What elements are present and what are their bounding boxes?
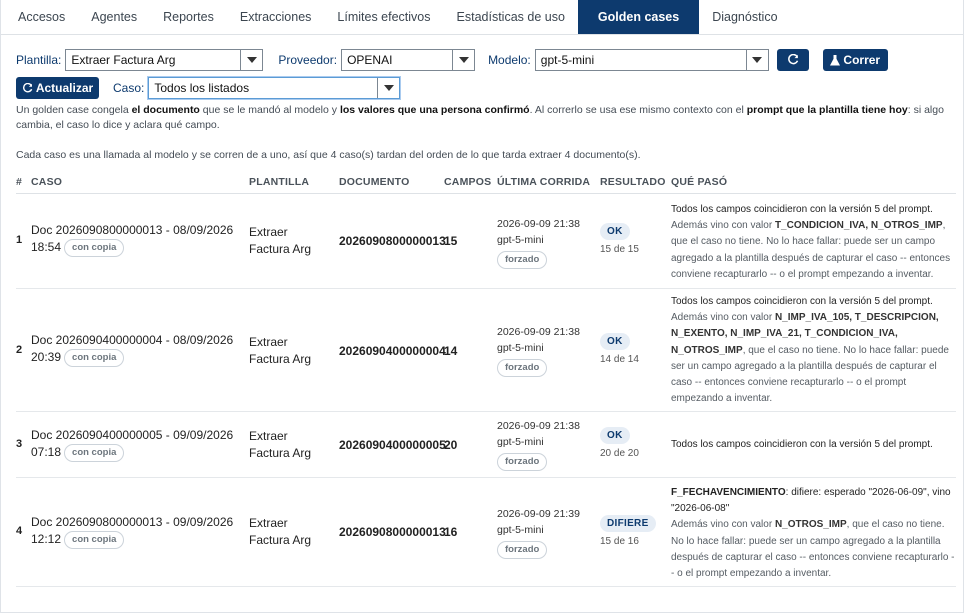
col-num: # — [16, 176, 23, 188]
con-copia-chip: con copia — [64, 349, 125, 367]
chevron-down-icon[interactable] — [745, 50, 768, 70]
modelo-label: Modelo: — [488, 53, 531, 67]
tab-diagnostico[interactable]: Diagnóstico — [699, 0, 790, 34]
proveedor-select[interactable]: OPENAI — [341, 49, 476, 71]
row-campos: 20 — [444, 438, 458, 452]
row-number: 3 — [16, 438, 23, 450]
row-que-paso: Todos los campos coincidieron con la ver… — [671, 296, 949, 405]
row-campos: 15 — [444, 234, 458, 248]
row-que-paso: Todos los campos coincidieron con la ver… — [671, 439, 933, 450]
plantilla-select[interactable]: Extraer Factura Arg — [65, 49, 264, 71]
forzado-chip: forzado — [497, 541, 548, 559]
col-que-paso: QUÉ PASÓ — [671, 176, 728, 188]
row-plantilla: Extraer Factura Arg — [249, 429, 312, 460]
proveedor-label: Proveedor: — [278, 53, 338, 67]
row-plantilla: Extraer Factura Arg — [249, 225, 312, 256]
col-plantilla: PLANTILLA — [249, 176, 310, 188]
table-row[interactable]: 3 Doc 2026090400000005 - 09/09/2026 07:1… — [16, 412, 956, 478]
correr-label: Correr — [843, 53, 881, 67]
refresh-icon — [22, 82, 33, 92]
filters-row: Plantilla: Extraer Factura Arg Proveedor… — [16, 49, 888, 71]
row-resultado: OK 15 de 15 — [600, 223, 639, 255]
row-caso[interactable]: Doc 2026090400000004 - 08/09/2026 20:39 c… — [31, 332, 246, 367]
row-number: 4 — [16, 525, 23, 537]
row-documento: 2026090800000013 — [339, 525, 446, 539]
row-plantilla: Extraer Factura Arg — [249, 335, 312, 366]
row-caso[interactable]: Doc 2026090800000013 - 08/09/2026 18:54 c… — [31, 222, 246, 257]
row-resultado: DIFIERE 15 de 16 — [600, 515, 656, 547]
timing-note: Cada caso es una llamada al modelo y se … — [16, 149, 641, 161]
tab-accesos[interactable]: Accesos — [1, 0, 78, 34]
row-resultado: OK 14 de 14 — [600, 333, 639, 365]
row-plantilla: Extraer Factura Arg — [249, 516, 312, 547]
forzado-chip: forzado — [497, 251, 548, 269]
modelo-select[interactable]: gpt-5-mini — [534, 49, 769, 71]
row-caso[interactable]: Doc 2026090400000005 - 09/09/2026 07:18 c… — [31, 427, 246, 462]
status-badge: OK — [600, 427, 630, 444]
col-resultado: RESULTADO — [600, 176, 666, 188]
proveedor-select-value: OPENAI — [347, 53, 393, 67]
table-header: # CASO PLANTILLA DOCUMENTO CAMPOS ÚLTIMA… — [16, 176, 956, 194]
table-row[interactable]: 1 Doc 2026090800000013 - 08/09/2026 18:5… — [16, 195, 956, 289]
refresh-icon — [787, 54, 798, 65]
caso-select[interactable]: Todos los listados — [148, 77, 401, 99]
tab-limites-efectivos[interactable]: Límites efectivos — [324, 0, 443, 34]
case-row: Actualizar Caso: Todos los listados — [16, 77, 401, 99]
row-ultima-corrida: 2026-09-09 21:39 gpt-5-mini forzado — [497, 506, 580, 559]
plantilla-select-value: Extraer Factura Arg — [71, 53, 176, 67]
row-ultima-corrida: 2026-09-09 21:38 gpt-5-mini forzado — [497, 324, 580, 377]
con-copia-chip: con copia — [64, 444, 125, 462]
status-badge: DIFIERE — [600, 515, 656, 532]
row-number: 1 — [16, 234, 23, 246]
table-row[interactable]: 2 Doc 2026090400000004 - 08/09/2026 20:3… — [16, 289, 956, 412]
status-badge: OK — [600, 333, 630, 350]
correr-button[interactable]: Correr — [822, 49, 888, 71]
chevron-down-icon[interactable] — [377, 78, 399, 98]
modelo-select-value: gpt-5-mini — [540, 53, 595, 67]
row-resultado: OK 20 de 20 — [600, 427, 639, 459]
col-caso: CASO — [31, 176, 63, 188]
chevron-down-icon[interactable] — [452, 50, 474, 70]
col-ultima-corrida: ÚLTIMA CORRIDA — [497, 176, 591, 188]
row-que-paso: F_FECHAVENCIMIENTO: difiere: esperado "2… — [671, 487, 955, 580]
tab-bar: Accesos Agentes Reportes Extracciones Lí… — [1, 0, 963, 35]
golden-case-description: Un golden case congela el documento que … — [16, 104, 944, 131]
flask-icon — [830, 54, 841, 65]
forzado-chip: forzado — [497, 453, 548, 471]
con-copia-chip: con copia — [64, 531, 125, 549]
row-campos: 16 — [444, 525, 458, 539]
tab-golden-cases[interactable]: Golden cases — [577, 0, 700, 34]
golden-cases-page: Accesos Agentes Reportes Extracciones Lí… — [0, 0, 964, 613]
tab-extracciones[interactable]: Extracciones — [227, 0, 325, 34]
row-ultima-corrida: 2026-09-09 21:38 gpt-5-mini forzado — [497, 418, 580, 471]
row-number: 2 — [16, 344, 23, 356]
table-row[interactable]: 4 Doc 2026090800000013 - 09/09/2026 12:1… — [16, 478, 956, 587]
forzado-chip: forzado — [497, 359, 548, 377]
row-documento: 2026090800000013 — [339, 234, 446, 248]
actualizar-button[interactable]: Actualizar — [16, 77, 99, 99]
status-badge: OK — [600, 223, 630, 240]
tab-reportes[interactable]: Reportes — [150, 0, 227, 34]
row-ultima-corrida: 2026-09-09 21:38 gpt-5-mini forzado — [497, 216, 580, 269]
row-caso[interactable]: Doc 2026090800000013 - 09/09/2026 12:12 c… — [31, 514, 246, 549]
refresh-models-button[interactable] — [776, 49, 809, 71]
col-campos: CAMPOS — [444, 176, 492, 188]
caso-label: Caso: — [113, 81, 145, 95]
row-documento: 2026090400000005 — [339, 438, 446, 452]
caso-select-value: Todos los listados — [154, 81, 250, 95]
chevron-down-icon[interactable] — [240, 50, 262, 70]
col-documento: DOCUMENTO — [339, 176, 410, 188]
row-que-paso: Todos los campos coincidieron con la ver… — [671, 204, 951, 280]
plantilla-label: Plantilla: — [16, 53, 62, 67]
actualizar-label: Actualizar — [35, 81, 94, 95]
row-campos: 14 — [444, 344, 458, 358]
tab-agentes[interactable]: Agentes — [78, 0, 150, 34]
con-copia-chip: con copia — [64, 239, 125, 257]
tab-estadisticas-de-uso[interactable]: Estadísticas de uso — [444, 0, 578, 34]
row-documento: 2026090400000004 — [339, 344, 446, 358]
